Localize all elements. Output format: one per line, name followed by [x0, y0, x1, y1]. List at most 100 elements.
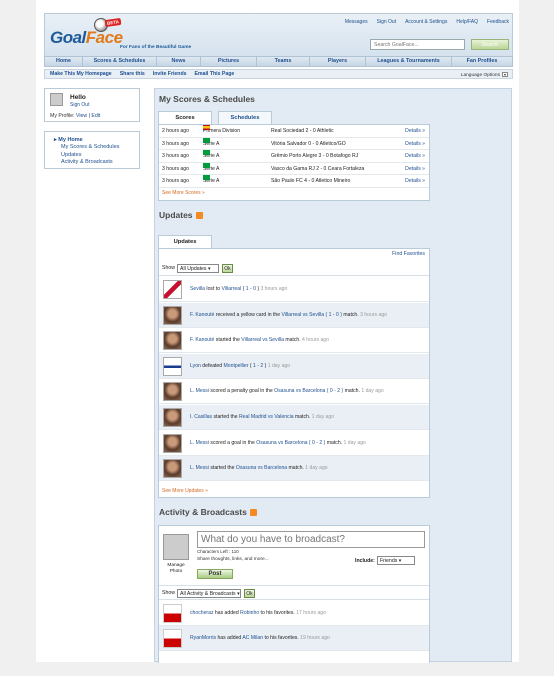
tab-scores[interactable]: Scores	[158, 111, 212, 124]
make-homepage-link[interactable]: Make This My Homepage	[50, 71, 112, 77]
update-link[interactable]: F. Kanouté	[190, 312, 214, 318]
score-league[interactable]: Serie A	[203, 175, 219, 188]
sidebar-item-activity[interactable]: Activity & Broadcasts	[54, 159, 139, 166]
nav-pictures[interactable]: Pictures	[201, 57, 257, 66]
messages-link[interactable]: Messages	[345, 19, 368, 25]
user-avatar[interactable]	[163, 604, 182, 623]
sidebar-item-updates[interactable]: Updates	[54, 152, 139, 159]
update-link[interactable]: L. Messi	[190, 388, 209, 394]
see-more-scores-link[interactable]: See More Scores »	[162, 190, 205, 196]
post-button[interactable]: Post	[197, 569, 233, 579]
player-photo[interactable]	[163, 433, 182, 453]
activity-target-link[interactable]: AC Milan	[242, 635, 263, 641]
nav-fan-profiles[interactable]: Fan Profiles	[452, 57, 512, 66]
see-more-updates-link[interactable]: See More Updates »	[162, 488, 208, 494]
player-photo[interactable]	[163, 382, 182, 402]
score-league[interactable]: Primera Division	[203, 125, 240, 138]
search-button[interactable]: Search	[471, 39, 509, 50]
tab-updates[interactable]: Updates	[158, 235, 212, 248]
update-text-part: match.	[343, 388, 362, 395]
broadcast-input[interactable]	[197, 531, 425, 548]
update-text: I. Casillas started the Real Madrid vs V…	[190, 405, 334, 430]
score-league[interactable]: Serie A	[203, 162, 219, 176]
update-link[interactable]: Osasuna vs Barcelona ( 0 - 2 )	[256, 440, 325, 446]
profile-edit-link[interactable]: Edit	[91, 113, 100, 119]
goalface-logo[interactable]: GoalFace	[50, 28, 123, 48]
update-link[interactable]: Sevilla	[190, 286, 205, 292]
update-link[interactable]: 1 - 0	[246, 286, 256, 292]
update-link[interactable]: Lyon	[190, 363, 201, 369]
activity-text-part: has added	[213, 610, 241, 616]
account-settings-link[interactable]: Account & Settings	[405, 19, 447, 25]
nav-leagues-tournaments[interactable]: Leagues & Tournaments	[366, 57, 452, 66]
search-input[interactable]	[370, 39, 465, 50]
sevilla-crest-icon[interactable]	[163, 280, 182, 299]
score-match[interactable]: Real Sociedad 2 - 0 Athletic	[271, 125, 334, 138]
tab-schedules[interactable]: Schedules	[218, 111, 272, 124]
email-page-link[interactable]: Email This Page	[195, 71, 235, 77]
update-link[interactable]: Montpellier	[224, 363, 249, 369]
update-link[interactable]: Real Madrid vs Valencia	[239, 414, 294, 420]
activity-filter-select[interactable]: All Activity & Broadcasts ▾	[177, 589, 241, 598]
activity-target-link[interactable]: Robinho	[240, 610, 259, 616]
manage-photo-link[interactable]: Manage Photo	[161, 563, 191, 575]
score-league[interactable]: Serie A	[203, 137, 219, 151]
player-photo[interactable]	[163, 408, 182, 427]
sidebar-item-my-scores[interactable]: My Scores & Schedules	[54, 144, 139, 151]
include-select[interactable]: Friends ▾	[377, 556, 415, 565]
details-link[interactable]: Details »	[405, 163, 425, 176]
find-favorites-link[interactable]: Find Favorites	[392, 251, 425, 257]
nav-players[interactable]: Players	[310, 57, 366, 66]
avatar[interactable]	[50, 93, 63, 106]
score-match[interactable]: Vitória Salvador 0 - 0 Atletico/GO	[271, 138, 346, 151]
update-link[interactable]: L. Messi	[190, 440, 209, 446]
nav-scores-schedules[interactable]: Scores & Schedules	[83, 57, 157, 66]
sidebar-item-my-home[interactable]: ▸ My Home	[54, 137, 139, 144]
player-photo[interactable]	[163, 305, 182, 325]
activity-user-link[interactable]: RyanMorris	[190, 635, 216, 641]
profile-view-link[interactable]: View	[76, 113, 87, 119]
score-match[interactable]: Vasco da Gama RJ 2 - 0 Ceara Fortaleza	[271, 163, 364, 176]
lyon-crest-icon[interactable]	[163, 356, 182, 376]
update-link[interactable]: Villarreal	[221, 286, 241, 292]
update-link[interactable]: L. Messi	[190, 465, 209, 471]
details-link[interactable]: Details »	[405, 125, 425, 138]
nav-news[interactable]: News	[157, 57, 201, 66]
language-options[interactable]: Language Options ▾	[461, 72, 508, 78]
player-photo[interactable]	[163, 459, 182, 479]
show-label: Show	[162, 265, 175, 271]
activity-user-link[interactable]: chocheraz	[190, 610, 214, 616]
characters-left-label: Characters Left :	[197, 549, 231, 554]
update-link[interactable]: Villarreal vs Sevilla ( 1 - 0 )	[281, 312, 341, 318]
update-link[interactable]: Osasuna vs Barcelona ( 0 - 2 )	[274, 388, 343, 394]
activity-ok-button[interactable]: Ok	[244, 589, 255, 598]
update-row: L. Messi scored a penalty goal in the Os…	[159, 379, 429, 405]
update-link[interactable]: F. Kanouté	[190, 337, 214, 343]
updates-filter-select[interactable]: All Updates ▾	[177, 264, 219, 273]
share-this-link[interactable]: Share this	[120, 71, 145, 77]
feedback-link[interactable]: Feedback	[487, 19, 509, 25]
updates-ok-button[interactable]: Ok	[222, 264, 233, 273]
nav-teams[interactable]: Teams	[257, 57, 310, 66]
details-link[interactable]: Details »	[405, 150, 425, 163]
nav-home[interactable]: Home	[45, 57, 83, 66]
score-league[interactable]: Serie A	[203, 150, 219, 163]
invite-friends-link[interactable]: Invite Friends	[153, 71, 187, 77]
spain-flag-icon	[203, 125, 210, 130]
my-photo[interactable]	[163, 534, 189, 560]
sign-out-link[interactable]: Sign Out	[377, 19, 396, 25]
update-link[interactable]: Villarreal vs Sevilla	[241, 337, 284, 343]
player-photo[interactable]	[163, 331, 182, 351]
rss-icon[interactable]	[195, 212, 203, 220]
rss-icon[interactable]	[249, 509, 257, 517]
sidebar-sign-out-link[interactable]: Sign Out	[70, 102, 89, 108]
details-link[interactable]: Details »	[405, 138, 425, 151]
update-link[interactable]: I. Casillas	[190, 414, 212, 420]
update-link[interactable]: Osasuna vs Barcelona	[236, 465, 287, 471]
update-link[interactable]: 1 - 2	[253, 363, 263, 369]
user-avatar[interactable]	[163, 629, 182, 648]
help-faq-link[interactable]: Help/FAQ	[456, 19, 478, 25]
details-link[interactable]: Details »	[405, 175, 425, 188]
score-match[interactable]: Grêmio Porto Alegre 3 - 0 Botafogo RJ	[271, 150, 358, 163]
score-match[interactable]: São Paulo FC 4 - 0 Atletico Mineiro	[271, 175, 350, 188]
